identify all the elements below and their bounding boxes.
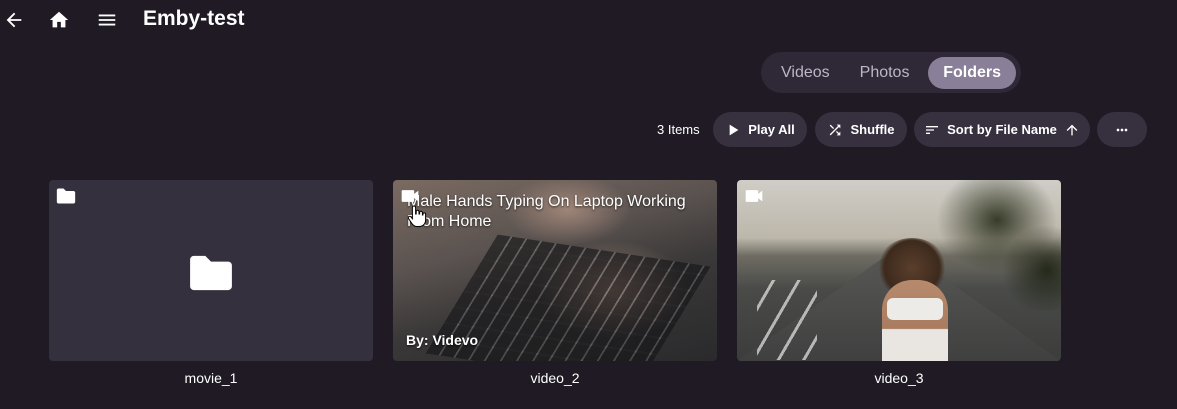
card-title[interactable]: movie_1 [49, 370, 373, 386]
back-button[interactable] [0, 6, 28, 34]
runner-top-image [887, 298, 943, 320]
items-count: 3 Items [657, 122, 700, 137]
folder-icon [187, 254, 235, 292]
top-bar: Emby-test [0, 0, 1177, 40]
shuffle-label: Shuffle [850, 122, 895, 137]
more-horizontal-icon [1116, 128, 1128, 131]
menu-button[interactable] [93, 6, 121, 34]
shuffle-icon [830, 124, 841, 135]
more-options-button[interactable] [1097, 112, 1147, 147]
card-title[interactable]: video_3 [737, 370, 1061, 386]
arrow-up-icon [1066, 124, 1078, 135]
library-card-video-2: Male Hands Typing On Laptop Working From… [393, 180, 717, 386]
page: Emby-test Videos Photos Folders 3 Items … [0, 0, 1177, 409]
folder-badge-icon [56, 187, 76, 205]
tab-photos[interactable]: Photos [845, 57, 925, 89]
thumbnail-overlay-byline: By: Videvo [406, 332, 479, 348]
sort-label: Sort by File Name [947, 122, 1057, 137]
thumbnail-overlay-title: Male Hands Typing On Laptop Working From… [407, 193, 686, 230]
sort-lines-icon [926, 125, 939, 134]
tab-videos[interactable]: Videos [766, 57, 845, 89]
sort-button[interactable]: Sort by File Name [914, 112, 1090, 147]
library-card-video-3: video_3 [737, 180, 1061, 386]
arrow-left-icon [6, 12, 22, 28]
video-camera-icon [400, 187, 420, 205]
video-camera-icon [744, 187, 764, 205]
card-title[interactable]: video_2 [393, 370, 717, 386]
library-card-movie-1: movie_1 [49, 180, 373, 386]
tab-folders[interactable]: Folders [928, 56, 1016, 89]
page-title: Emby-test [143, 7, 245, 30]
view-tabs: Videos Photos Folders [761, 52, 1021, 93]
play-icon [729, 124, 739, 135]
video-thumbnail[interactable]: Male Hands Typing On Laptop Working From… [393, 180, 717, 361]
home-button[interactable] [45, 6, 73, 34]
play-all-button[interactable]: Play All [713, 112, 807, 147]
folder-thumbnail[interactable] [49, 180, 373, 361]
runner-image [882, 280, 948, 361]
hand-cursor-icon [407, 204, 427, 228]
shuffle-button[interactable]: Shuffle [815, 112, 907, 147]
lane-markings-image [757, 280, 817, 360]
play-all-label: Play All [748, 122, 795, 137]
hamburger-menu-icon [98, 14, 116, 26]
home-icon [49, 11, 69, 28]
video-thumbnail[interactable] [737, 180, 1061, 361]
